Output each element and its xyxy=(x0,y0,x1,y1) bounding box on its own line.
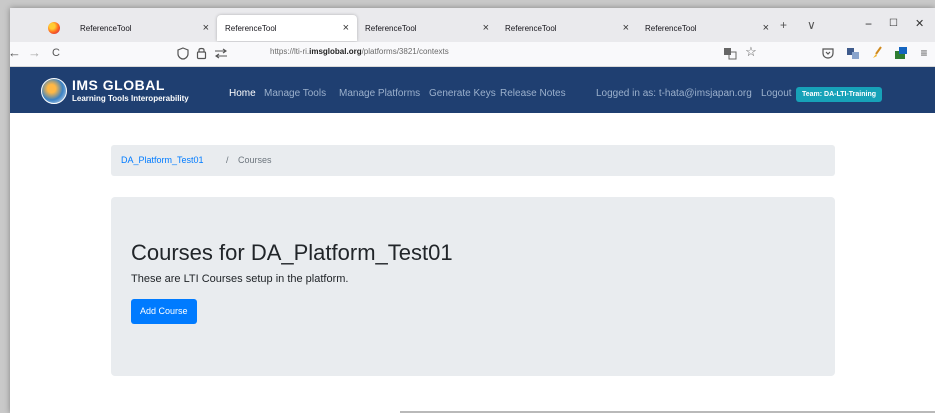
forward-button[interactable]: → xyxy=(28,46,41,60)
browser-window: ReferenceTool × ReferenceTool × Referenc… xyxy=(10,8,935,413)
translate-extension-icon[interactable] xyxy=(846,47,860,60)
page-title: Courses for DA_Platform_Test01 xyxy=(131,240,453,265)
pocket-icon[interactable] xyxy=(822,47,834,59)
nav-generate-keys[interactable]: Generate Keys xyxy=(429,88,496,99)
nav-manage-tools[interactable]: Manage Tools xyxy=(264,88,326,99)
site-header: IMS GLOBAL Learning Tools Interoperabili… xyxy=(10,67,935,113)
tab-4[interactable]: ReferenceTool × xyxy=(497,15,637,41)
brand-title[interactable]: IMS GLOBAL xyxy=(72,77,165,93)
breadcrumb: DA_Platform_Test01 / Courses xyxy=(111,145,835,176)
url-path: /platforms/3821/contexts xyxy=(361,47,449,56)
new-tab-button[interactable]: + xyxy=(780,18,787,32)
team-badge[interactable]: Team: DA-LTI-Training xyxy=(796,87,883,102)
nav-release-notes[interactable]: Release Notes xyxy=(500,88,566,99)
url-domain: imsglobal.org xyxy=(309,47,362,56)
close-tab-icon[interactable]: × xyxy=(483,22,489,34)
breadcrumb-platform-link[interactable]: DA_Platform_Test01 xyxy=(121,145,204,176)
tab-title: ReferenceTool xyxy=(80,23,132,33)
lock-icon[interactable] xyxy=(196,46,207,60)
tab-5[interactable]: ReferenceTool × xyxy=(637,15,777,41)
tab-3[interactable]: ReferenceTool × xyxy=(357,15,497,41)
courses-panel: Courses for DA_Platform_Test01 These are… xyxy=(111,197,835,376)
tab-1[interactable]: ReferenceTool × xyxy=(72,15,217,41)
ims-globe-logo-icon[interactable] xyxy=(41,78,67,104)
firefox-logo-icon[interactable] xyxy=(48,22,60,34)
menu-icon[interactable]: ≡ xyxy=(918,47,930,59)
translate-icon[interactable] xyxy=(723,47,737,60)
tab-title: ReferenceTool xyxy=(365,23,417,33)
reload-button[interactable]: C xyxy=(52,46,60,60)
page-subtitle: These are LTI Courses setup in the platf… xyxy=(131,273,349,285)
close-window-button[interactable]: ✕ xyxy=(915,17,924,30)
extension-icon[interactable] xyxy=(894,46,908,60)
tab-title: ReferenceTool xyxy=(225,23,277,33)
tab-2-active[interactable]: ReferenceTool × xyxy=(217,15,357,41)
tab-list-icon[interactable]: ∨ xyxy=(807,18,816,32)
url-bar[interactable]: https://lti-ri.imsglobal.org/platforms/3… xyxy=(270,47,449,56)
brush-icon[interactable] xyxy=(871,46,883,60)
add-course-button[interactable]: Add Course xyxy=(131,299,197,324)
tab-title: ReferenceTool xyxy=(645,23,697,33)
nav-manage-platforms[interactable]: Manage Platforms xyxy=(339,88,420,99)
breadcrumb-current: Courses xyxy=(238,155,272,165)
url-prefix: https://lti-ri. xyxy=(270,47,310,56)
close-tab-icon[interactable]: × xyxy=(203,22,209,34)
close-tab-icon[interactable]: × xyxy=(763,22,769,34)
tab-title: ReferenceTool xyxy=(505,23,557,33)
close-tab-icon[interactable]: × xyxy=(623,22,629,34)
minimize-button[interactable]: − xyxy=(865,17,872,31)
logout-link[interactable]: Logout xyxy=(761,88,792,99)
maximize-button[interactable]: ☐ xyxy=(889,18,898,29)
permissions-icon[interactable] xyxy=(214,48,228,59)
close-tab-icon[interactable]: × xyxy=(343,22,349,34)
navigation-bar: ← → C https://lti-ri.imsglobal.org/platf… xyxy=(10,42,935,67)
brand-subtitle[interactable]: Learning Tools Interoperability xyxy=(72,94,189,103)
back-button[interactable]: ← xyxy=(10,46,21,60)
nav-home[interactable]: Home xyxy=(229,88,256,99)
bookmark-star-icon[interactable]: ☆ xyxy=(745,45,757,58)
shield-icon[interactable] xyxy=(177,47,189,60)
breadcrumb-separator: / xyxy=(226,155,229,165)
logged-in-text: Logged in as: t-hata@imsjapan.org xyxy=(596,88,752,99)
tab-bar: ReferenceTool × ReferenceTool × Referenc… xyxy=(10,8,935,42)
